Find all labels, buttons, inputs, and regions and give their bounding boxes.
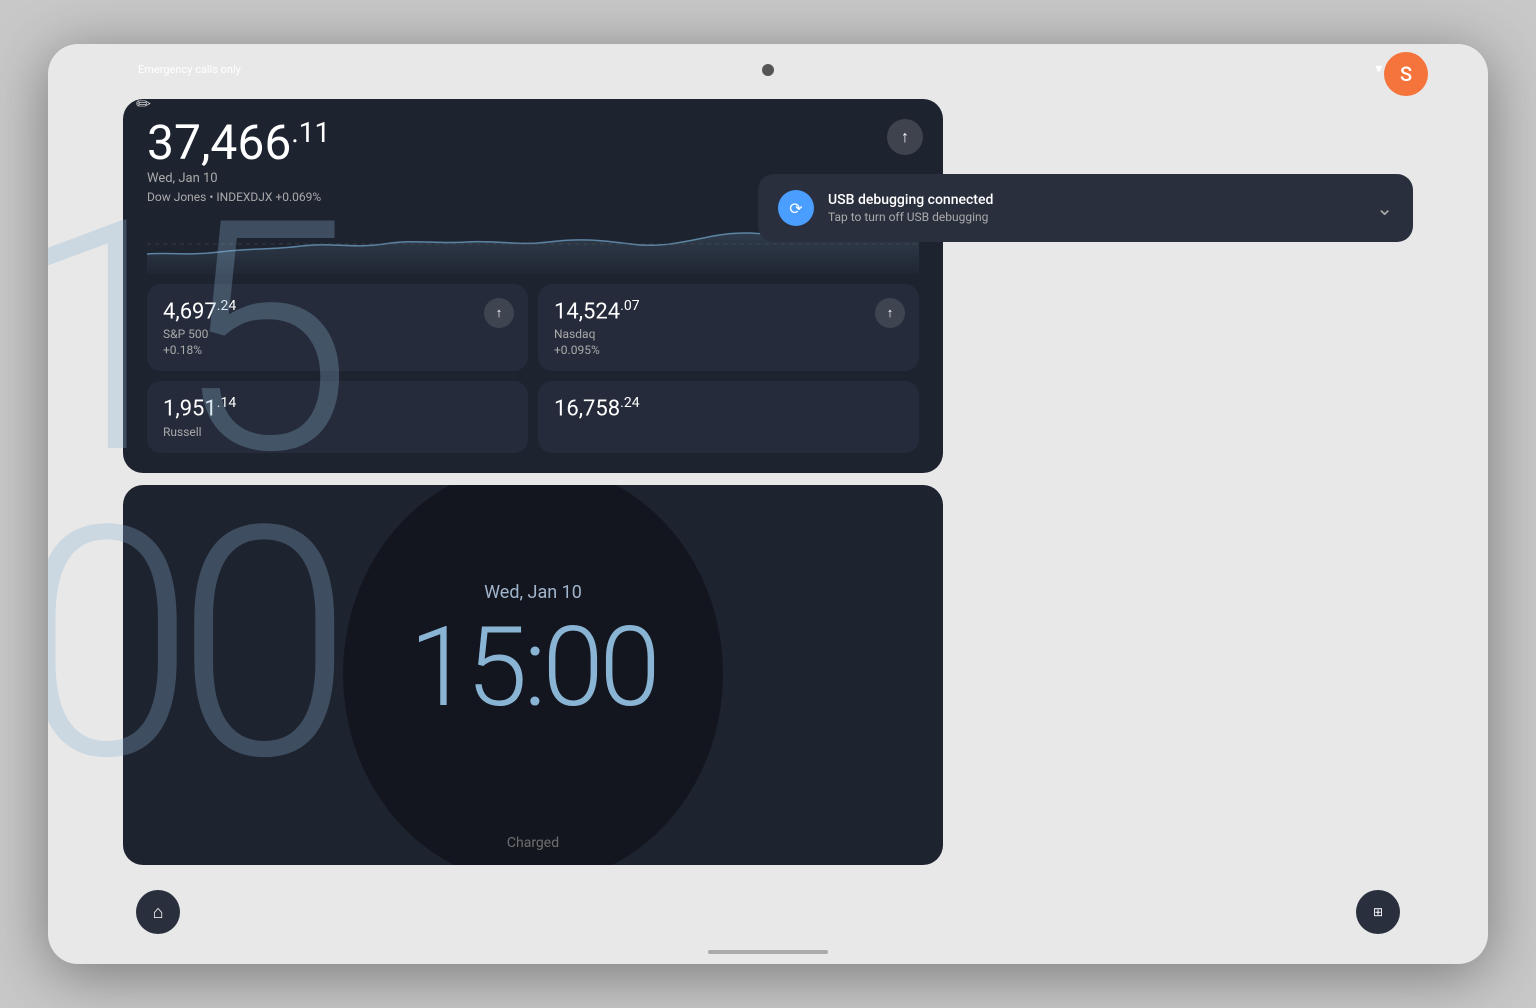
notif-usb-icon: ⟳ bbox=[778, 190, 814, 226]
nasdaq-up-button[interactable]: ↑ bbox=[875, 298, 905, 328]
clock-date: Wed, Jan 10 bbox=[484, 582, 582, 603]
clock-time: 15:00 bbox=[409, 613, 656, 723]
sp500-change: +0.18% bbox=[163, 343, 512, 357]
notif-subtitle: Tap to turn off USB debugging bbox=[828, 210, 1362, 224]
stock-card-russell: 1,951.14 Russell bbox=[147, 381, 528, 452]
sp500-name: S&P 500 bbox=[163, 327, 512, 341]
home-button[interactable]: ⌂ bbox=[136, 890, 180, 934]
stock-up-button[interactable]: ↑ bbox=[887, 119, 923, 155]
notif-title: USB debugging connected bbox=[828, 192, 1362, 208]
qr-icon: ⊞ bbox=[1373, 905, 1383, 919]
bottom-indicator bbox=[708, 950, 828, 954]
stock-card-4: 16,758.24 bbox=[538, 381, 919, 452]
status-bar: Emergency calls only ▾ ▮ bbox=[48, 54, 1488, 84]
stock-main-value: 37,466.11 bbox=[147, 119, 919, 167]
stock-grid: 4,697.24 S&P 500 +0.18% ↑ 14,524.07 Nasd… bbox=[147, 284, 919, 453]
home-icon: ⌂ bbox=[153, 902, 164, 923]
stock-card-nasdaq: 14,524.07 Nasdaq +0.095% ↑ bbox=[538, 284, 919, 371]
sp500-up-button[interactable]: ↑ bbox=[484, 298, 514, 328]
tablet-frame: Emergency calls only ▾ ▮ S ✏ 37,466.11 W… bbox=[48, 44, 1488, 964]
sp500-value: 4,697.24 bbox=[163, 298, 512, 324]
clock-inner: Wed, Jan 10 15:00 bbox=[123, 485, 943, 821]
russell-value: 1,951.14 bbox=[163, 395, 512, 421]
nasdaq-name: Nasdaq bbox=[554, 327, 903, 341]
edit-pencil-icon[interactable]: ✏ bbox=[136, 94, 151, 115]
clock-widget: Wed, Jan 10 15:00 Charged bbox=[123, 485, 943, 865]
nasdaq-change: +0.095% bbox=[554, 343, 903, 357]
wifi-icon: ▾ bbox=[1375, 61, 1382, 77]
emergency-text: Emergency calls only bbox=[138, 63, 241, 76]
qr-button[interactable]: ⊞ bbox=[1356, 890, 1400, 934]
stock-card-sp500: 4,697.24 S&P 500 +0.18% ↑ bbox=[147, 284, 528, 371]
notif-chevron-icon[interactable]: ⌄ bbox=[1376, 196, 1393, 220]
card4-value: 16,758.24 bbox=[554, 395, 903, 421]
notif-content: USB debugging connected Tap to turn off … bbox=[828, 192, 1362, 224]
stock-widget: 37,466.11 Wed, Jan 10 Dow Jones • INDEXD… bbox=[123, 99, 943, 473]
nasdaq-value: 14,524.07 bbox=[554, 298, 903, 324]
russell-name: Russell bbox=[163, 425, 512, 439]
notification-usb[interactable]: ⟳ USB debugging connected Tap to turn of… bbox=[758, 174, 1413, 242]
user-avatar[interactable]: S bbox=[1384, 52, 1428, 96]
